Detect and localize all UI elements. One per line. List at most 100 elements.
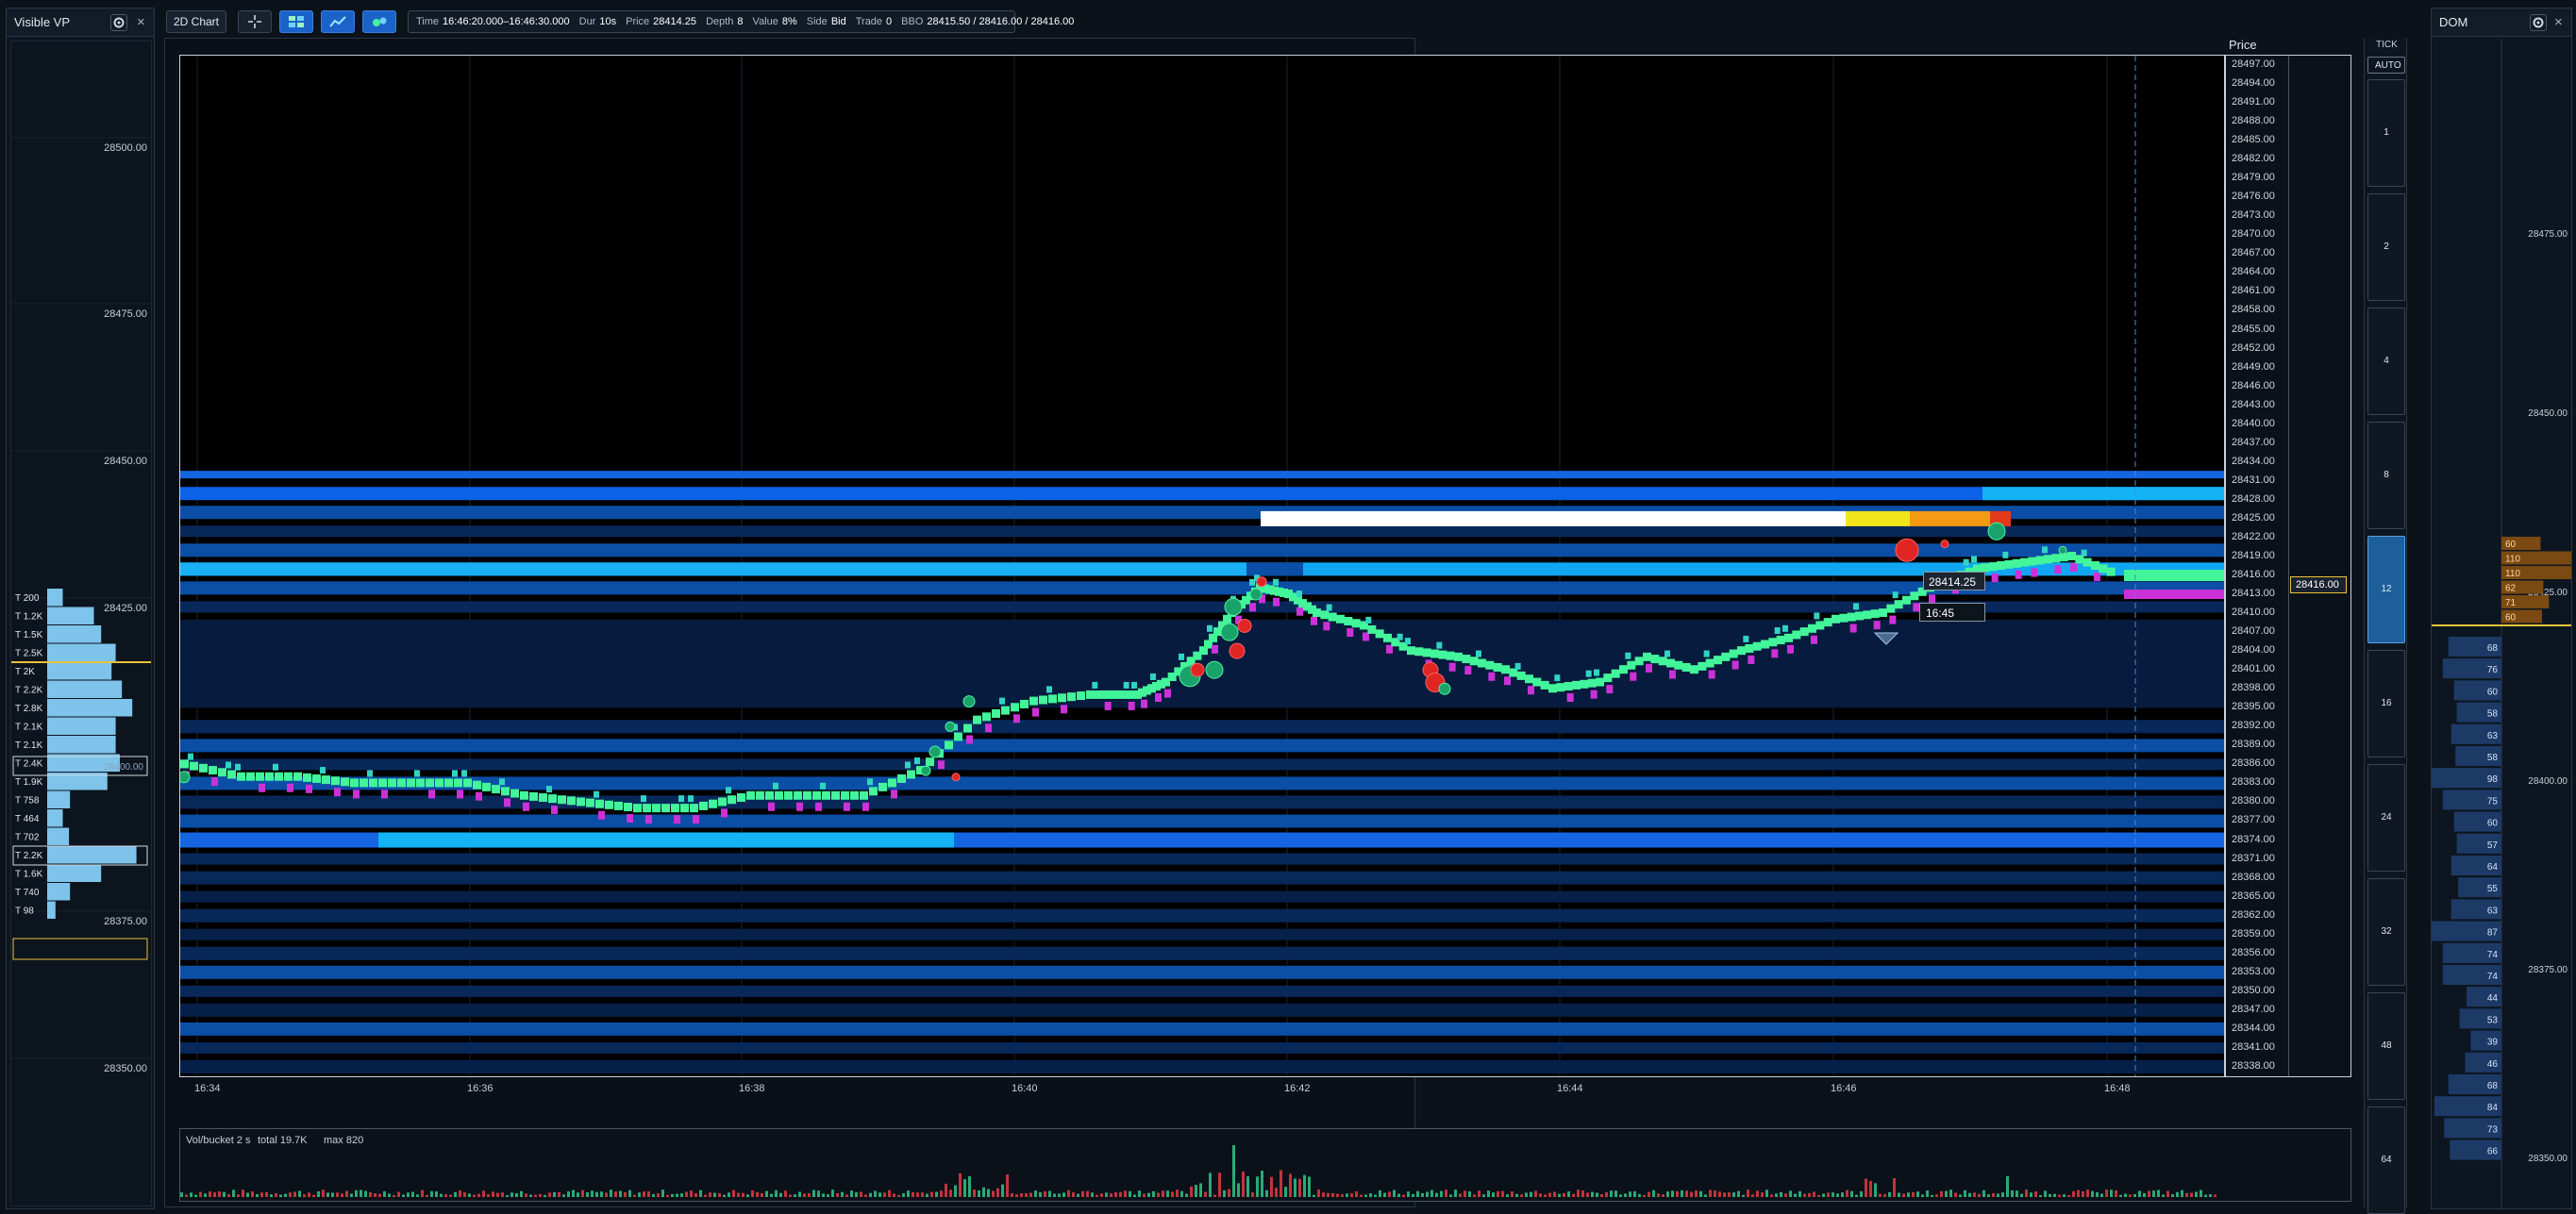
- volume-bar: [2119, 1194, 2122, 1197]
- dom-bid-size: 76: [2487, 665, 2499, 675]
- vp-plot: 28500.00 28475.00 28450.00 28425.00 28375.00…: [10, 41, 152, 1206]
- tick-option-64[interactable]: 64: [2367, 1106, 2405, 1214]
- volume-bar: [1317, 1189, 1320, 1197]
- volume-bar: [2016, 1190, 2018, 1197]
- vp-row-label: T 758: [15, 796, 40, 807]
- vp-close-button[interactable]: ×: [137, 14, 145, 30]
- price-axis-label: 28455.00: [2232, 323, 2275, 335]
- volume-bar: [982, 1187, 985, 1197]
- heatmap-button[interactable]: [279, 10, 313, 33]
- trade-block: [2081, 549, 2087, 557]
- tick-option-1[interactable]: 1: [2367, 79, 2405, 187]
- info-bbo: 28415.50 / 28416.00 / 28416.00: [927, 16, 1075, 27]
- volume-bar: [1520, 1194, 1523, 1197]
- volume-bar: [1355, 1190, 1358, 1197]
- info-trade-label: Trade: [855, 16, 883, 27]
- volume-bar: [487, 1194, 490, 1197]
- dom-ask-size: 71: [2505, 598, 2517, 608]
- volume-bar: [1397, 1193, 1400, 1197]
- crosshair-button[interactable]: [238, 10, 272, 33]
- volume-bar: [355, 1189, 358, 1197]
- volume-bar: [1110, 1193, 1112, 1197]
- vp-gear-icon[interactable]: [110, 14, 127, 31]
- chart-mode-button[interactable]: 2D Chart: [166, 10, 226, 33]
- trade-block: [1991, 574, 1999, 583]
- tick-option-32[interactable]: 32: [2367, 878, 2405, 986]
- volume-bar: [1001, 1184, 1004, 1197]
- vp-row-label: T 2.4K: [15, 759, 43, 770]
- trade-block: [1273, 578, 1279, 586]
- volume-bar: [1497, 1190, 1499, 1197]
- trade-block: [1046, 686, 1052, 693]
- dom-ask-size: 62: [2505, 584, 2517, 594]
- dom-bid-size: 68: [2487, 643, 2499, 654]
- tick-option-48[interactable]: 48: [2367, 992, 2405, 1100]
- price-axis-label: 28374.00: [2232, 833, 2275, 845]
- volume-profile: 28500.00 28475.00 28450.00 28425.00 28375.00…: [11, 137, 151, 1074]
- trade-block: [1273, 597, 1280, 607]
- trade-block: [1448, 662, 1456, 672]
- vp-row-label: T 2.8K: [15, 704, 43, 714]
- trade-block: [1784, 633, 1793, 642]
- trade-block: [1131, 681, 1137, 689]
- volume-bar: [2091, 1190, 2094, 1197]
- vp-price-label: 28425.00: [104, 603, 147, 614]
- price-axis-label: 28341.00: [2232, 1040, 2275, 1053]
- volume-bar: [1737, 1190, 1740, 1197]
- vp-price-label: 28350.00: [104, 1063, 147, 1074]
- trade-block: [1603, 674, 1613, 683]
- volume-bar: [2124, 1193, 2127, 1197]
- trade-block: [1625, 652, 1631, 659]
- volume-bar: [845, 1194, 848, 1197]
- price-axis-label: 28368.00: [2232, 871, 2275, 883]
- volume-bar: [883, 1192, 886, 1197]
- volume-bar: [638, 1192, 641, 1197]
- volume-bar: [666, 1194, 669, 1197]
- time-axis-label: 16:46: [1831, 1083, 1857, 1094]
- tick-option-2[interactable]: 2: [2367, 193, 2405, 301]
- dom-close-button[interactable]: ×: [2554, 14, 2563, 30]
- volume-bar: [1393, 1189, 1396, 1197]
- tick-option-4[interactable]: 4: [2367, 308, 2405, 415]
- visible-vp-header: Visible VP ×: [7, 8, 154, 37]
- volume-bar: [1303, 1174, 1306, 1197]
- bubbles-button[interactable]: [362, 10, 396, 33]
- line-chart-button[interactable]: [321, 10, 355, 33]
- trade-block: [414, 770, 420, 777]
- tick-auto-button[interactable]: AUTO: [2367, 57, 2405, 74]
- trade-block: [1886, 604, 1896, 613]
- vp-bar: [47, 589, 63, 607]
- trade-block: [831, 790, 840, 800]
- volume-bar: [1600, 1193, 1603, 1197]
- trade-block: [973, 715, 981, 724]
- volume-bar: [1789, 1190, 1792, 1197]
- volume-bar: [1223, 1189, 1226, 1197]
- trade-block: [1863, 610, 1872, 620]
- dom-gear-icon[interactable]: [2530, 14, 2547, 31]
- volume-bar: [1228, 1189, 1230, 1197]
- volume-bar: [289, 1192, 292, 1197]
- vp-price-label: 28475.00: [104, 308, 147, 320]
- dom-bid-size: 53: [2487, 1015, 2499, 1025]
- heatmap-area[interactable]: [179, 55, 2225, 1077]
- volume-bar: [1374, 1194, 1377, 1197]
- tick-option-8[interactable]: 8: [2367, 422, 2405, 529]
- volume-bar: [2190, 1192, 2193, 1197]
- info-side-label: Side: [806, 16, 828, 27]
- vp-bar: [47, 883, 71, 901]
- volume-bar: [916, 1192, 919, 1197]
- volume-bar: [520, 1190, 523, 1197]
- tick-option-16[interactable]: 16: [2367, 650, 2405, 757]
- price-axis-label: 28347.00: [2232, 1003, 2275, 1015]
- trade-block: [688, 795, 694, 803]
- volume-bar: [1907, 1192, 1910, 1197]
- tick-option-24[interactable]: 24: [2367, 764, 2405, 872]
- volume-bar: [1171, 1191, 1174, 1197]
- trade-block: [594, 790, 599, 798]
- tick-option-12[interactable]: 12: [2367, 536, 2405, 643]
- volume-bar: [190, 1192, 192, 1197]
- trade-block: [1058, 693, 1066, 703]
- vp-bar: [47, 901, 56, 919]
- trade-block: [2031, 568, 2038, 577]
- price-axis-label: 28425.00: [2232, 511, 2275, 524]
